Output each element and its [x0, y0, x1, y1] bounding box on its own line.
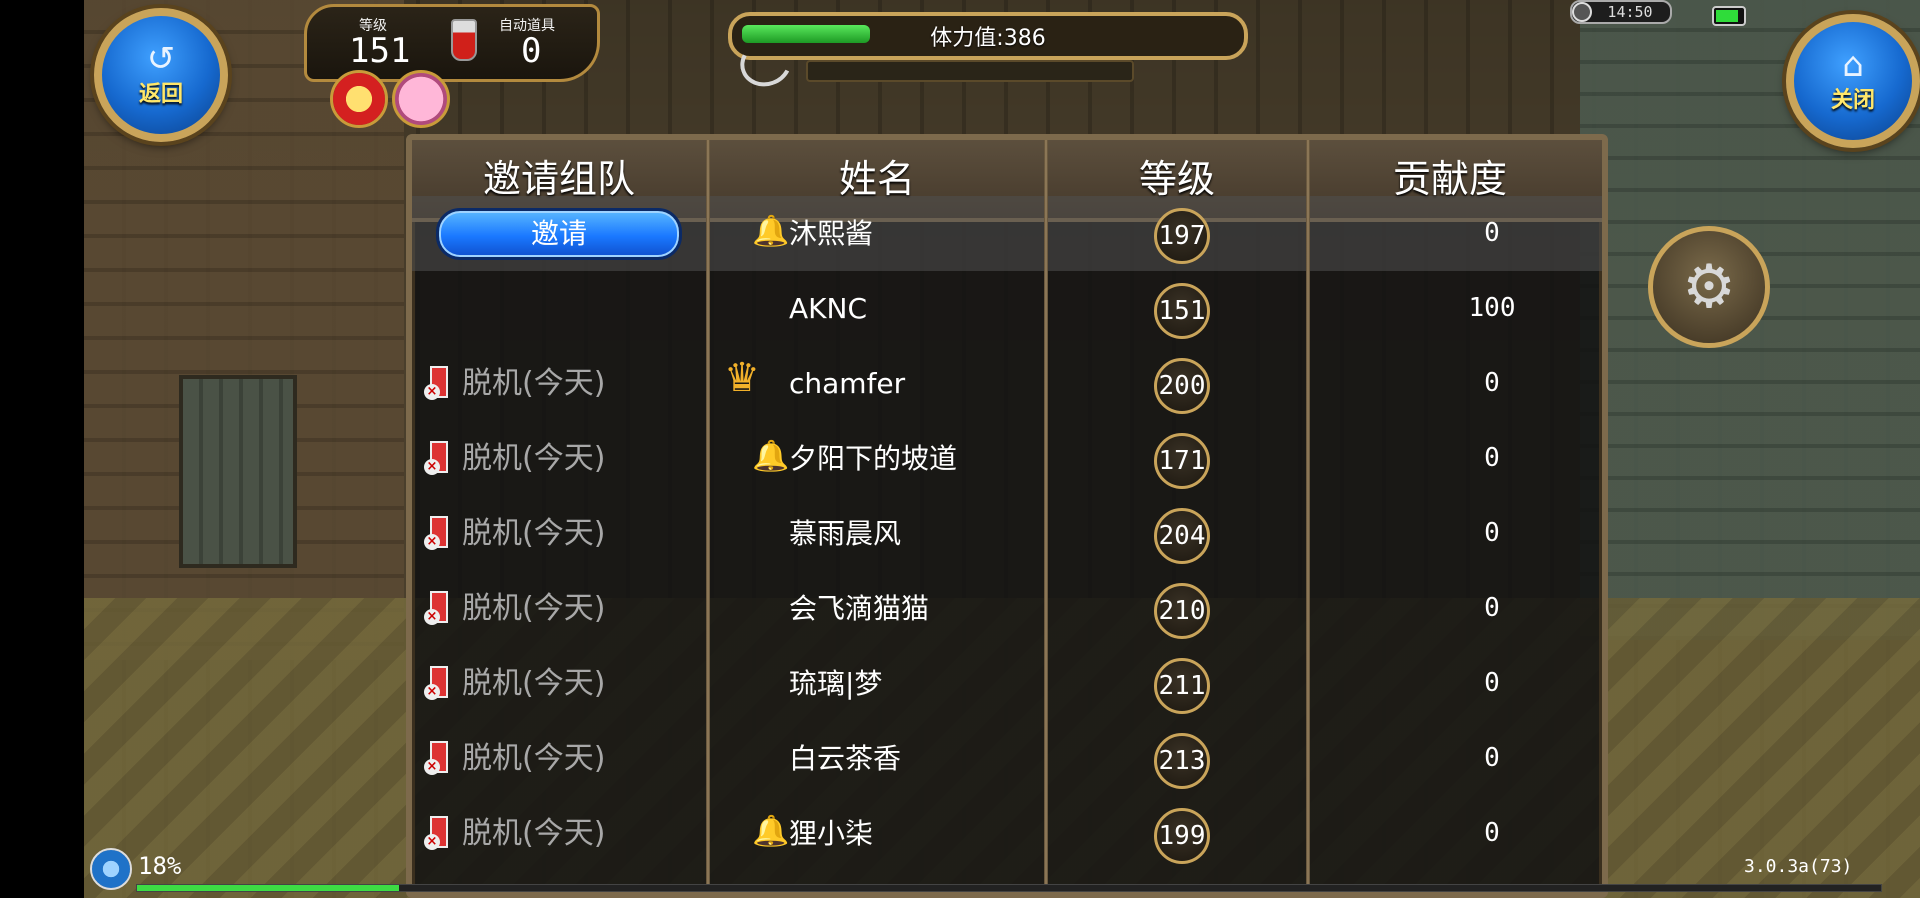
table-row[interactable]: × 脱机(今天) 会飞滴猫猫 210 0 — [412, 571, 1602, 646]
table-row[interactable]: × 脱机(今天) 白云茶香 213 0 — [412, 721, 1602, 796]
member-contribution: 0 — [1484, 218, 1500, 248]
bell-icon: 🔔 — [752, 439, 790, 474]
table-row[interactable]: × 脱机(今天) 🔔 夕阳下的坡道 171 0 — [412, 421, 1602, 496]
member-status: 脱机(今天) — [462, 366, 606, 401]
table-row[interactable]: × 脱机(今天) 琉璃|梦 211 0 — [412, 646, 1602, 721]
back-button-label: 返回 — [138, 82, 183, 107]
auto-item-value: 0 — [521, 31, 542, 71]
member-contribution: 0 — [1484, 518, 1500, 548]
offline-card-icon: × — [424, 441, 448, 477]
member-name: AKNC — [789, 292, 868, 325]
table-row[interactable]: × 脱机(今天) 🔔 狸小柒 199 0 — [412, 796, 1602, 871]
member-status: 脱机(今天) — [462, 741, 606, 776]
member-status: 脱机(今天) — [462, 816, 606, 851]
gift-icon[interactable] — [392, 70, 450, 128]
clock-icon — [1572, 2, 1592, 22]
member-status: 脱机(今天) — [462, 666, 606, 701]
gears-icon: ⚙ — [1682, 252, 1736, 322]
level-value: 151 — [349, 31, 411, 71]
member-name: 白云茶香 — [789, 742, 902, 775]
invite-button[interactable]: 邀请 — [436, 208, 682, 260]
network-icon — [90, 848, 132, 890]
member-status: 脱机(今天) — [462, 591, 606, 626]
member-level-badge: 211 — [1154, 658, 1210, 714]
member-level-badge: 171 — [1154, 433, 1210, 489]
member-level-badge: 213 — [1154, 733, 1210, 789]
scene-door — [179, 375, 297, 568]
offline-card-icon: × — [424, 741, 448, 777]
back-button[interactable]: ↺ 返回 — [94, 8, 228, 142]
medal-icon[interactable] — [330, 70, 388, 128]
member-level-badge: 197 — [1154, 208, 1210, 264]
secondary-bar — [806, 60, 1134, 82]
table-row[interactable]: AKNC 151 100 — [412, 271, 1602, 346]
back-arrow-icon: ↺ — [146, 39, 176, 79]
member-name: 会飞滴猫猫 — [789, 592, 930, 625]
experience-bar-fill — [137, 885, 399, 891]
member-level-badge: 151 — [1154, 283, 1210, 339]
member-name: 琉璃|梦 — [789, 667, 883, 700]
member-name: 夕阳下的坡道 — [789, 442, 958, 475]
close-button[interactable]: ⌂ 关闭 — [1786, 14, 1920, 148]
crown-icon: ♛ — [724, 355, 760, 401]
member-name: chamfer — [789, 367, 906, 400]
experience-bar — [136, 884, 1882, 892]
battery-icon — [1712, 6, 1746, 26]
potion-icon — [451, 19, 477, 61]
offline-card-icon: × — [424, 366, 448, 402]
member-level-badge: 199 — [1154, 808, 1210, 864]
offline-card-icon: × — [424, 816, 448, 852]
column-divider — [1044, 140, 1048, 892]
column-divider — [1306, 140, 1310, 892]
member-status: 脱机(今天) — [462, 516, 606, 551]
column-divider — [706, 140, 710, 892]
member-contribution: 0 — [1484, 368, 1500, 398]
offline-card-icon: × — [424, 666, 448, 702]
settings-button[interactable]: ⚙ — [1648, 226, 1770, 348]
version-label: 3.0.3a(73) — [1744, 856, 1853, 877]
home-icon: ⌂ — [1842, 45, 1864, 85]
member-name: 沐熙酱 — [789, 217, 874, 250]
member-name: 狸小柒 — [789, 817, 874, 850]
table-row[interactable]: × 脱机(今天) 慕雨晨风 204 0 — [412, 496, 1602, 571]
member-name: 慕雨晨风 — [789, 517, 902, 550]
table-row[interactable]: × 脱机(今天) ♛ chamfer 200 0 — [412, 346, 1602, 421]
stamina-text: 体力值:386 — [930, 26, 1046, 51]
member-status: 脱机(今天) — [462, 441, 606, 476]
offline-card-icon: × — [424, 516, 448, 552]
table-row[interactable]: 邀请 🔔 沐熙酱 197 0 — [412, 196, 1602, 271]
offline-card-icon: × — [424, 591, 448, 627]
battery-level — [1716, 10, 1738, 22]
bell-icon: 🔔 — [752, 814, 790, 849]
member-contribution: 100 — [1468, 293, 1516, 323]
member-level-badge: 204 — [1154, 508, 1210, 564]
member-contribution: 0 — [1484, 818, 1500, 848]
member-contribution: 0 — [1484, 743, 1500, 773]
member-contribution: 0 — [1484, 443, 1500, 473]
clock-text: 14:50 — [1607, 3, 1653, 21]
network-percent: 18% — [138, 852, 182, 880]
member-level-badge: 200 — [1154, 358, 1210, 414]
close-button-label: 关闭 — [1830, 88, 1875, 113]
player-stats-panel: 等级 151 自动道具 0 — [304, 4, 600, 82]
member-level-badge: 210 — [1154, 583, 1210, 639]
bell-icon: 🔔 — [752, 214, 790, 249]
stamina-bar: 体力值:386 — [728, 12, 1248, 60]
guild-member-panel: 邀请组队 姓名 等级 贡献度 邀请 🔔 沐熙酱 197 0 AKNC 151 100 × 脱机(今… — [406, 134, 1608, 898]
member-contribution: 0 — [1484, 593, 1500, 623]
member-contribution: 0 — [1484, 668, 1500, 698]
